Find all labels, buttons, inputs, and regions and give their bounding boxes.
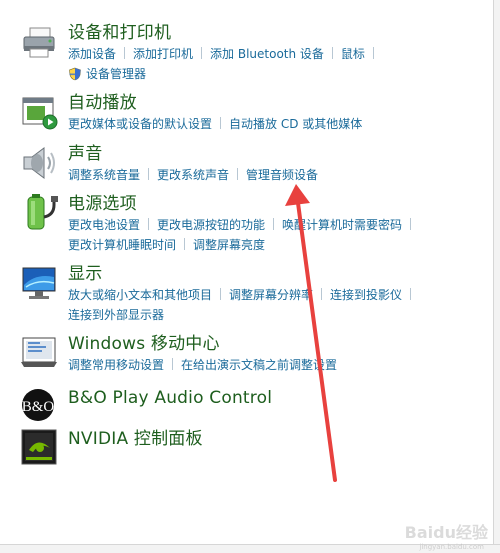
annotation-arrow [296, 201, 337, 482]
annotation-arrow-overlay [285, 184, 337, 482]
watermark-logo: Baidu经验 [404, 523, 488, 542]
annotation-arrowhead [285, 184, 310, 206]
watermark-url: jingyan.baidu.com [419, 543, 484, 551]
